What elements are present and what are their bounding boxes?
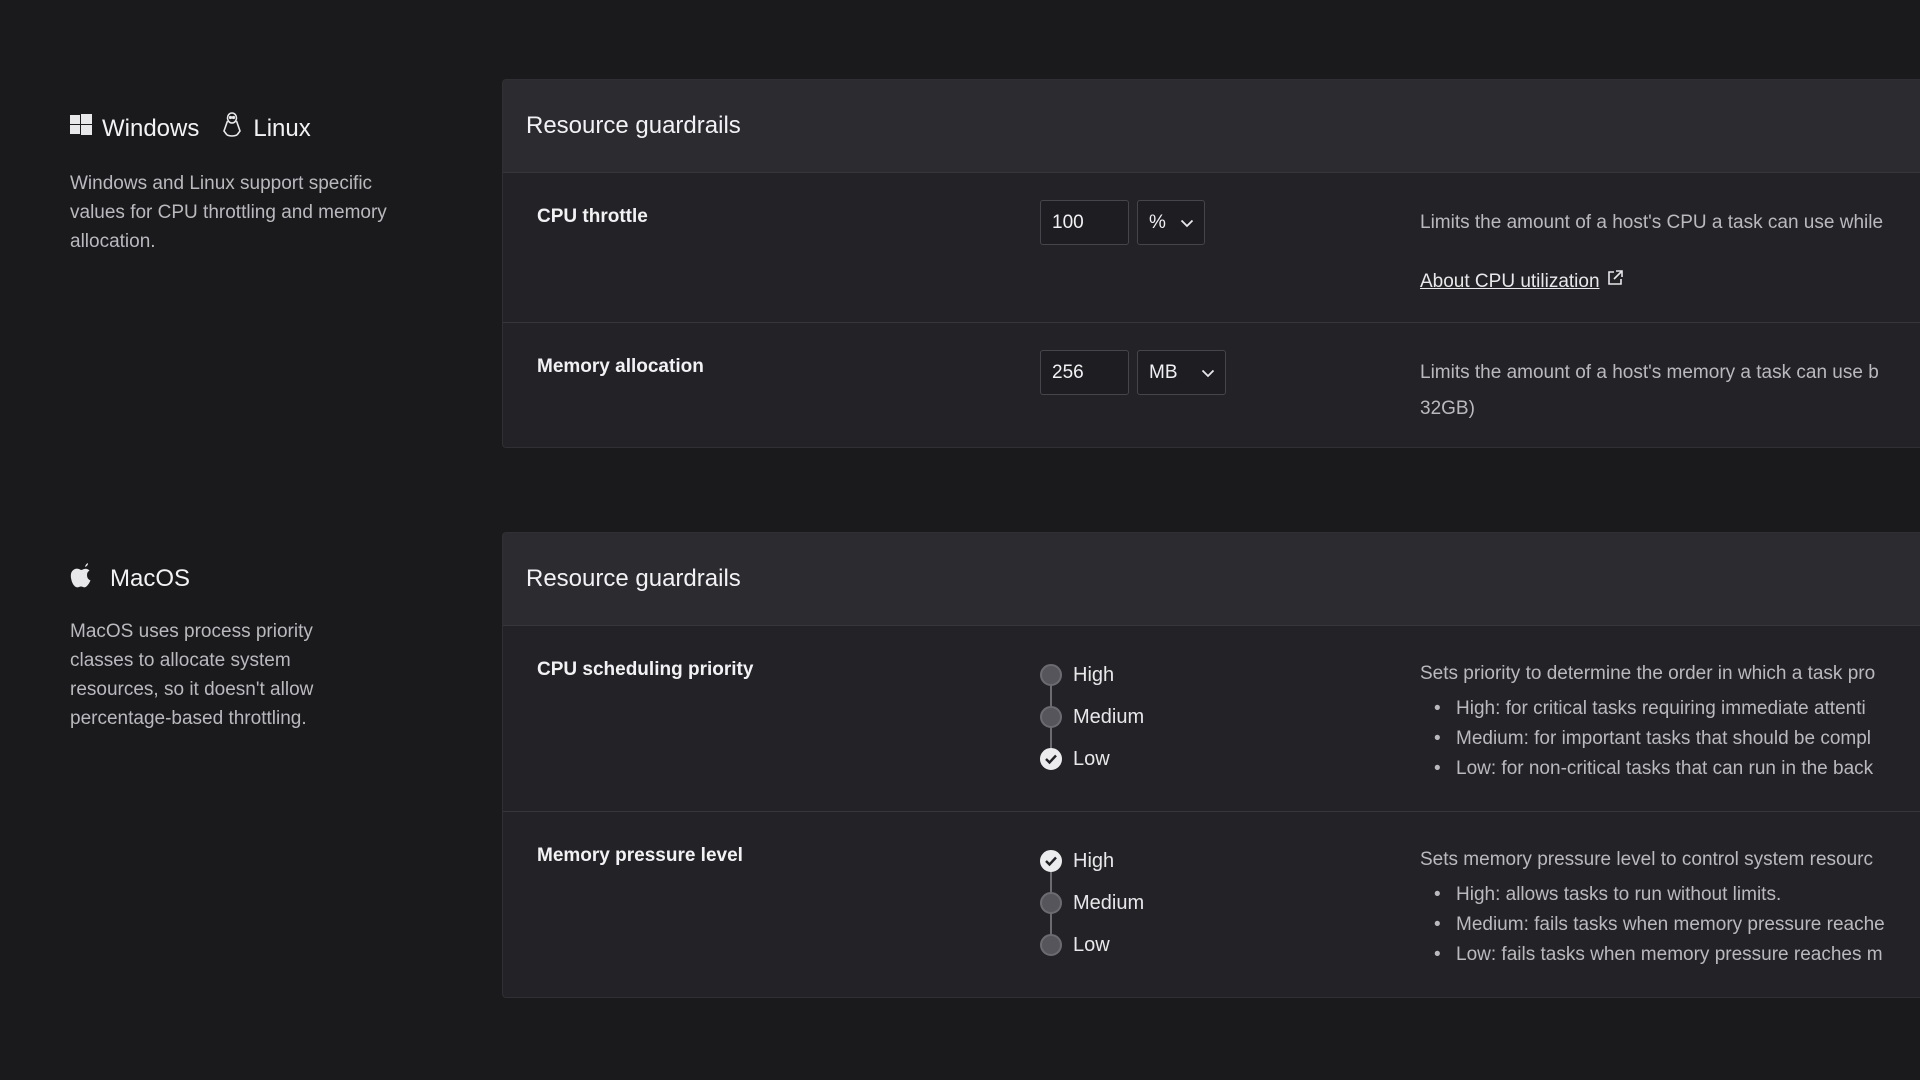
cpu-throttle-value: 100	[1052, 211, 1084, 233]
memory-allocation-input[interactable]: 256	[1040, 350, 1129, 395]
cpu-unit-value: %	[1149, 211, 1166, 233]
cpu-throttle-description: Limits the amount of a host's CPU a task…	[1420, 205, 1920, 300]
cpu-throttle-row: CPU throttle 100 % Limits the amount of …	[503, 173, 1920, 323]
memory-pressure-description-text: Sets memory pressure level to control sy…	[1420, 849, 1873, 870]
memory-pressure-level-label: Memory pressure level	[537, 845, 743, 866]
windows-logo-icon	[70, 114, 92, 143]
panel-title: Resource guardrails	[503, 80, 1920, 173]
memory-description-line2: 32GB)	[1420, 398, 1475, 419]
memory-pressure-option-high[interactable]: High	[1040, 840, 1144, 882]
apple-logo-icon	[70, 563, 92, 595]
os-header: Windows Linux	[70, 112, 400, 145]
option-label: Low	[1073, 747, 1110, 770]
list-item: Low: fails tasks when memory pressure re…	[1420, 940, 1920, 970]
cpu-priority-bullet-list: High: for critical tasks requiring immed…	[1420, 694, 1920, 784]
radio-off-icon	[1040, 934, 1062, 956]
external-link-icon	[1606, 264, 1624, 300]
memory-pressure-description: Sets memory pressure level to control sy…	[1420, 840, 1920, 970]
cpu-priority-option-medium[interactable]: Medium	[1040, 696, 1144, 738]
chevron-down-icon	[1180, 212, 1194, 234]
macos-description: MacOS uses process priority classes to a…	[70, 621, 314, 729]
cpu-priority-description-text: Sets priority to determine the order in …	[1420, 663, 1876, 684]
radio-off-icon	[1040, 706, 1062, 728]
cpu-scheduling-priority-label: CPU scheduling priority	[537, 659, 754, 680]
memory-allocation-value: 256	[1052, 361, 1084, 383]
linux-tux-icon	[221, 112, 243, 145]
memory-pressure-option-medium[interactable]: Medium	[1040, 882, 1144, 924]
memory-pressure-bullet-list: High: allows tasks to run without limits…	[1420, 880, 1920, 970]
page: Windows Linux Windows and Linux support …	[0, 0, 1920, 1080]
memory-allocation-label: Memory allocation	[537, 356, 704, 377]
cpu-priority-option-low[interactable]: Low	[1040, 738, 1144, 780]
memory-pressure-radio-group: High Medium Low	[1040, 840, 1144, 966]
list-item: High: allows tasks to run without limits…	[1420, 880, 1920, 910]
panel-title: Resource guardrails	[503, 533, 1920, 626]
list-item: Medium: for important tasks that should …	[1420, 724, 1920, 754]
radio-off-icon	[1040, 664, 1062, 686]
memory-unit-value: MB	[1149, 361, 1178, 383]
about-cpu-link-label: About CPU utilization	[1420, 271, 1600, 292]
os-macos-label: MacOS	[110, 565, 191, 592]
memory-pressure-level-row: Memory pressure level High Medium Low Se…	[503, 812, 1920, 997]
os-linux: Linux	[221, 112, 311, 145]
macos-guardrails-panel: Resource guardrails CPU scheduling prior…	[502, 532, 1920, 998]
windows-linux-section-info: Windows Linux Windows and Linux support …	[70, 112, 400, 256]
about-cpu-utilization-link[interactable]: About CPU utilization	[1420, 264, 1624, 300]
cpu-priority-option-high[interactable]: High	[1040, 654, 1144, 696]
list-item: Medium: fails tasks when memory pressure…	[1420, 910, 1920, 940]
radio-off-icon	[1040, 892, 1062, 914]
cpu-throttle-label: CPU throttle	[537, 206, 648, 227]
chevron-down-icon	[1201, 362, 1215, 384]
cpu-scheduling-priority-row: CPU scheduling priority High Medium Low …	[503, 626, 1920, 812]
memory-allocation-row: Memory allocation 256 MB Limits the amou…	[503, 323, 1920, 447]
os-macos: MacOS	[70, 563, 190, 595]
memory-pressure-option-low[interactable]: Low	[1040, 924, 1144, 966]
cpu-throttle-description-text: Limits the amount of a host's CPU a task…	[1420, 212, 1884, 233]
os-linux-label: Linux	[253, 114, 311, 142]
option-label: High	[1073, 663, 1115, 686]
memory-allocation-description: Limits the amount of a host's memory a t…	[1420, 355, 1920, 427]
memory-description-line1: Limits the amount of a host's memory a t…	[1420, 362, 1879, 383]
os-windows: Windows	[70, 114, 199, 143]
option-label: Medium	[1073, 705, 1145, 728]
radio-checked-icon	[1040, 748, 1062, 770]
windows-linux-guardrails-panel: Resource guardrails CPU throttle 100 % L…	[502, 79, 1920, 448]
cpu-priority-description: Sets priority to determine the order in …	[1420, 654, 1920, 784]
windows-linux-description: Windows and Linux support specific value…	[70, 173, 387, 252]
os-header: MacOS	[70, 563, 400, 595]
cpu-throttle-input[interactable]: 100	[1040, 200, 1129, 245]
list-item: Low: for non-critical tasks that can run…	[1420, 754, 1920, 784]
option-label: Low	[1073, 933, 1110, 956]
os-windows-label: Windows	[102, 114, 200, 142]
radio-checked-icon	[1040, 850, 1062, 872]
option-label: High	[1073, 849, 1115, 872]
option-label: Medium	[1073, 891, 1145, 914]
memory-unit-select[interactable]: MB	[1137, 350, 1226, 395]
cpu-priority-radio-group: High Medium Low	[1040, 654, 1144, 780]
macos-section-info: MacOS MacOS uses process priority classe…	[70, 563, 400, 733]
cpu-unit-select[interactable]: %	[1137, 200, 1205, 245]
list-item: High: for critical tasks requiring immed…	[1420, 694, 1920, 724]
